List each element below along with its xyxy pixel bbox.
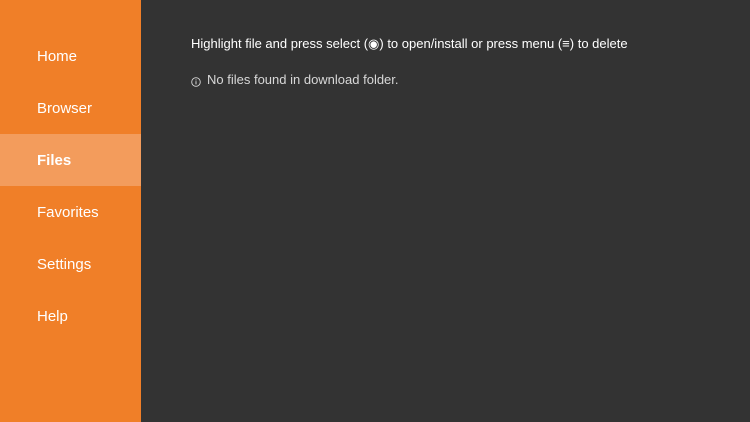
sidebar-item-home[interactable]: Home: [0, 30, 141, 82]
sidebar-item-label: Files: [37, 151, 72, 169]
sidebar-item-label: Favorites: [37, 203, 99, 221]
sidebar-item-help[interactable]: Help: [0, 290, 141, 342]
sidebar-item-files[interactable]: Files: [0, 134, 141, 186]
sidebar-item-label: Settings: [37, 255, 92, 273]
empty-state-message: No files found in download folder.: [191, 72, 399, 87]
sidebar-item-settings[interactable]: Settings: [0, 238, 141, 290]
empty-state-text: No files found in download folder.: [207, 72, 399, 87]
sidebar-item-favorites[interactable]: Favorites: [0, 186, 141, 238]
sidebar-item-label: Home: [37, 47, 78, 65]
info-icon: [191, 75, 201, 87]
sidebar: Home Browser Files Favorites Settings He…: [0, 0, 141, 422]
sidebar-item-label: Help: [37, 307, 68, 325]
sidebar-item-browser[interactable]: Browser: [0, 82, 141, 134]
files-panel: Highlight file and press select (◉) to o…: [141, 0, 750, 422]
sidebar-nav: Home Browser Files Favorites Settings He…: [0, 30, 141, 342]
sidebar-item-label: Browser: [37, 99, 93, 117]
instructions-text: Highlight file and press select (◉) to o…: [191, 36, 628, 51]
